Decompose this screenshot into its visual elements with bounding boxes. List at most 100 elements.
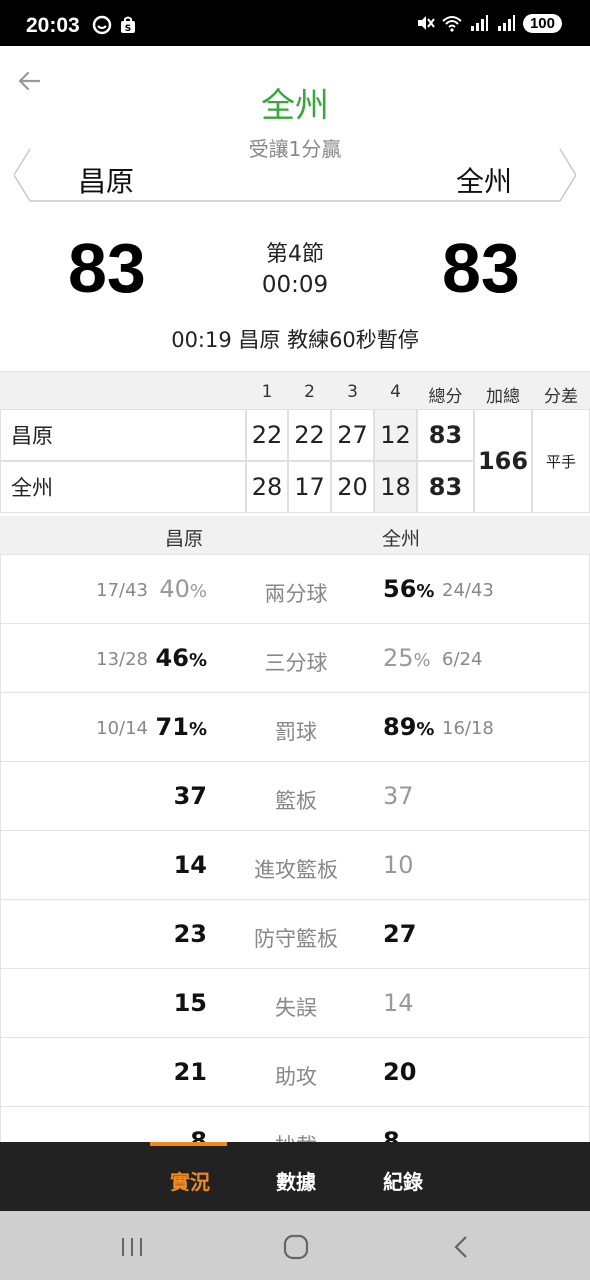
quarter-cell: 22 [288, 409, 331, 461]
last-event-text: 00:19 昌原 教練60秒暫停 [171, 328, 419, 352]
stat-right-value: 14 [383, 989, 414, 1017]
stat-label: 進攻籃板 [254, 858, 338, 882]
quarter-cell: 27 [331, 409, 374, 461]
stat-label: 籃板 [275, 789, 317, 813]
stat-left-percent-sign: % [189, 581, 207, 602]
score-difference: 平手 [532, 409, 590, 513]
stat-label: 助攻 [275, 1065, 317, 1089]
stat-right-fraction: 24/43 [442, 580, 494, 601]
stat-label: 防守籃板 [254, 927, 338, 951]
active-tab-indicator [150, 1142, 227, 1146]
face-icon [92, 15, 112, 35]
mute-icon [417, 16, 435, 30]
stats-header: 昌原 全州 [0, 516, 590, 554]
stat-row: 三分球 13/28 6/24 46% 25% [0, 623, 590, 692]
stat-left-value: 21 [173, 1058, 207, 1086]
stat-left-percent-sign: % [188, 650, 207, 671]
signal-icon-2 [497, 15, 515, 31]
stat-right-value: 8 [383, 1127, 400, 1142]
status-left-icons: S [92, 15, 138, 35]
stat-left-value: 15 [173, 989, 207, 1017]
stat-right-number: 25 [383, 644, 414, 672]
stat-row: 失誤 15 14 [0, 968, 590, 1037]
game-clock: 00:09 [261, 272, 329, 298]
stat-left-fraction: 13/28 [96, 649, 148, 670]
quarter-cell: 17 [288, 461, 331, 513]
stat-right-percent-sign: % [416, 719, 435, 740]
stats-team-right: 全州 [382, 528, 421, 550]
stat-row: 助攻 21 20 [0, 1037, 590, 1106]
quarter-header-2: 2 [304, 382, 315, 402]
stat-label: 失誤 [275, 996, 317, 1020]
status-time: 20:03 [26, 14, 80, 37]
game-period: 第4節 [266, 242, 324, 267]
stat-left-value: 14 [173, 851, 207, 879]
total-header: 總分 [428, 387, 463, 407]
stat-left-fraction: 10/14 [96, 718, 148, 739]
bottom-tab-bar: 實況 數據 紀錄 [0, 1142, 590, 1211]
stat-right-number: 56 [383, 575, 417, 603]
stat-row: 進攻籃板 14 10 [0, 830, 590, 899]
stat-label: 抄截 [1, 1130, 590, 1142]
stat-left-value: 40% [159, 575, 207, 603]
away-team-name[interactable]: 全州 [456, 160, 512, 200]
stat-label: 三分球 [264, 651, 328, 675]
quarter-header-3: 3 [347, 382, 358, 402]
quarter-table-header: 1 2 3 4 總分 加總 分差 [0, 371, 590, 409]
diff-header: 分差 [544, 387, 578, 407]
stat-left-percent-sign: % [188, 719, 207, 740]
stat-left-number: 40 [159, 575, 190, 603]
back-nav-icon[interactable] [448, 1233, 476, 1261]
stat-row: 抄截8 8 [0, 1106, 590, 1142]
quarter-header-1: 1 [261, 382, 273, 402]
recent-apps-icon[interactable] [118, 1233, 146, 1261]
stat-label: 罰球 [275, 720, 317, 744]
stats-list[interactable]: 兩分球 17/43 24/43 40% 56% 三分球 13/28 6/24 46% 25% 罰球 1… [0, 554, 590, 1142]
stat-right-value: 20 [383, 1058, 417, 1086]
stat-row: 籃板 37 37 [0, 761, 590, 830]
stat-left-number: 46 [155, 644, 189, 672]
tab-records[interactable]: 紀錄 [383, 1166, 423, 1195]
status-right-icons: 100 [415, 13, 562, 33]
home-team-name[interactable]: 昌原 [78, 160, 134, 200]
sum-header: 加總 [486, 387, 520, 407]
wifi-icon [442, 16, 462, 32]
stat-right-value: 56% [383, 575, 434, 603]
signal-icon [470, 15, 488, 31]
stat-right-value: 10 [383, 851, 414, 879]
stat-row: 罰球 10/14 16/18 71% 89% [0, 692, 590, 761]
tab-stats[interactable]: 數據 [276, 1166, 316, 1195]
stat-row: 防守籃板 23 27 [0, 899, 590, 968]
battery-indicator: 100 [522, 13, 562, 33]
stats-team-left: 昌原 [165, 528, 204, 550]
stat-right-value: 25% [383, 644, 431, 672]
status-bar: 20:03 S 100 [0, 0, 590, 46]
stat-left-number: 71 [155, 713, 189, 741]
stat-right-fraction: 6/24 [442, 649, 483, 670]
stat-right-fraction: 16/18 [442, 718, 494, 739]
stat-left-value: 8 [190, 1127, 207, 1142]
quarter-total: 83 [417, 409, 474, 461]
quarter-header-4: 4 [390, 382, 401, 402]
stat-left-value: 37 [173, 782, 207, 810]
quarter-total: 83 [417, 461, 474, 513]
stat-left-value: 71% [156, 713, 207, 741]
quarter-cell: 28 [246, 461, 288, 513]
quarter-row-team: 全州 [0, 461, 246, 513]
svg-text:S: S [125, 24, 131, 34]
stat-left-fraction: 17/43 [96, 580, 148, 601]
tab-live[interactable]: 實況 [170, 1166, 210, 1195]
stat-label: 兩分球 [264, 582, 328, 606]
page-title: 全州 [261, 86, 329, 126]
system-nav-bar [0, 1211, 590, 1280]
shopping-bag-icon: S [121, 16, 135, 34]
stat-right-value: 27 [383, 920, 417, 948]
quarter-cell-current: 18 [374, 461, 417, 513]
stat-right-percent-sign: % [413, 650, 431, 671]
stat-right-number: 89 [383, 713, 417, 741]
home-icon[interactable] [282, 1233, 310, 1261]
quarter-cell: 22 [246, 409, 288, 461]
combined-total: 166 [474, 409, 532, 513]
stat-right-value: 89% [383, 713, 434, 741]
quarter-cell-current: 12 [374, 409, 417, 461]
